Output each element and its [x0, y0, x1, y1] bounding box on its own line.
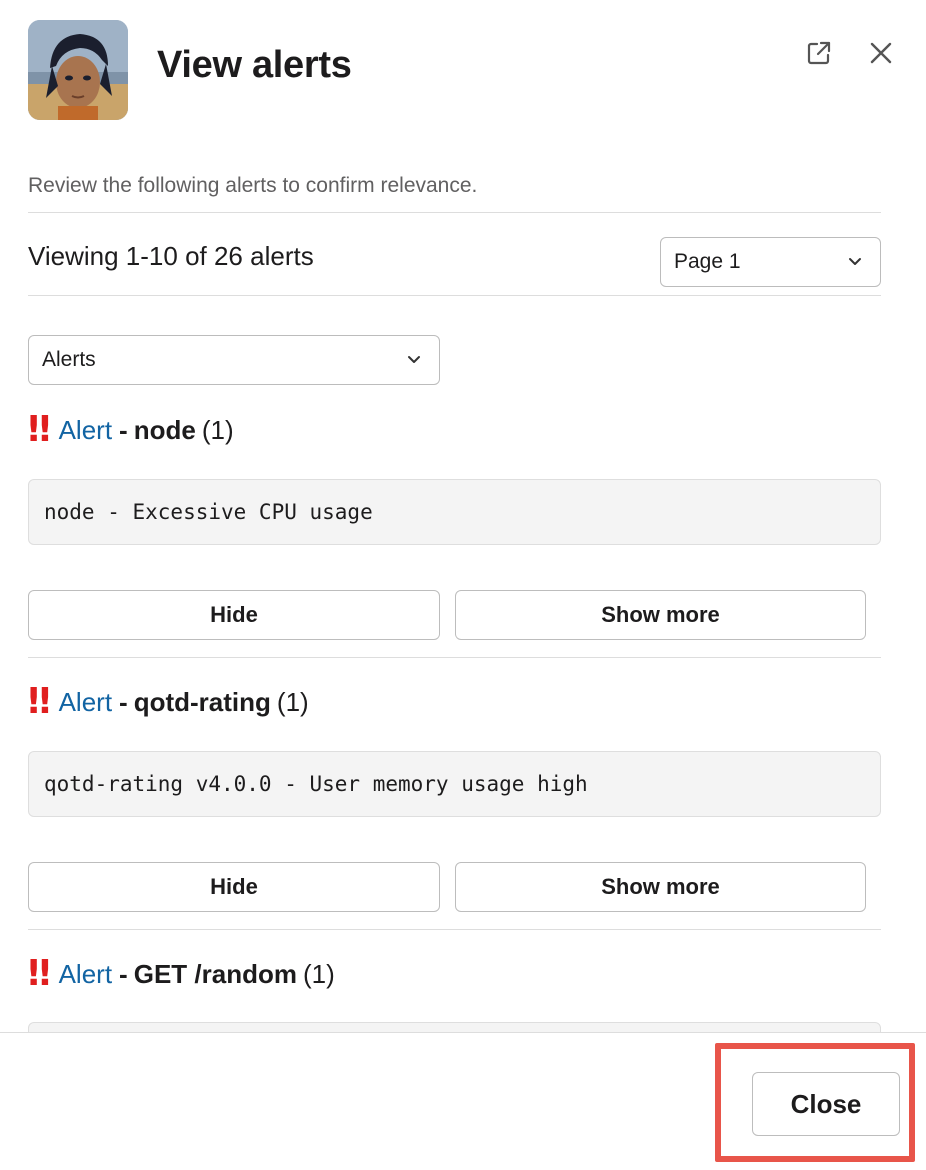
alert-message: qotd-rating v4.0.0 - User memory usage h…: [28, 751, 881, 817]
alert-count: (1): [276, 686, 309, 717]
double-exclamation-icon: ‼: [28, 409, 50, 450]
avatar-image: [28, 20, 128, 120]
alert-link[interactable]: Alert: [59, 687, 112, 718]
alert-link[interactable]: Alert: [59, 415, 112, 446]
chevron-down-icon: [408, 356, 420, 363]
alerts-filter-value: Alerts: [42, 348, 96, 371]
alert-heading: ‼ Alert - node (1): [28, 412, 234, 448]
alert-heading: ‼ Alert - qotd-rating (1): [28, 684, 309, 720]
modal-title: View alerts: [157, 44, 352, 86]
avatar: [28, 20, 128, 120]
divider: [28, 929, 881, 930]
alert-separator: -: [119, 958, 128, 989]
double-exclamation-icon: ‼: [28, 681, 50, 722]
show-more-button[interactable]: Show more: [455, 590, 866, 640]
alert-count: (1): [201, 414, 234, 445]
pagination-summary: Viewing 1-10 of 26 alerts: [28, 241, 314, 271]
alerts-filter-select[interactable]: Alerts: [28, 335, 440, 385]
alert-name: GET /random: [133, 958, 297, 989]
alert-name: qotd-rating: [133, 686, 271, 717]
external-link-icon[interactable]: [802, 36, 836, 70]
view-alerts-modal: View alerts Review the following alerts …: [0, 0, 926, 1170]
alert-heading: ‼ Alert - GET /random (1): [28, 956, 335, 992]
show-more-button[interactable]: Show more: [455, 862, 866, 912]
alert-count: (1): [302, 958, 335, 989]
alert-separator: -: [119, 686, 128, 717]
close-icon[interactable]: [864, 36, 898, 70]
divider: [28, 295, 881, 296]
alert-name: node: [133, 414, 196, 445]
alert-separator: -: [119, 414, 128, 445]
page-select[interactable]: Page 1: [660, 237, 881, 287]
page-select-value: Page 1: [674, 250, 741, 273]
hide-button[interactable]: Hide: [28, 862, 440, 912]
alert-message: node - Excessive CPU usage: [28, 479, 881, 545]
divider: [28, 212, 881, 213]
double-exclamation-icon: ‼: [28, 953, 50, 994]
chevron-down-icon: [849, 258, 861, 265]
divider: [28, 657, 881, 658]
modal-subtitle: Review the following alerts to confirm r…: [28, 174, 478, 197]
alert-link[interactable]: Alert: [59, 959, 112, 990]
close-button[interactable]: Close: [752, 1072, 900, 1136]
hide-button[interactable]: Hide: [28, 590, 440, 640]
